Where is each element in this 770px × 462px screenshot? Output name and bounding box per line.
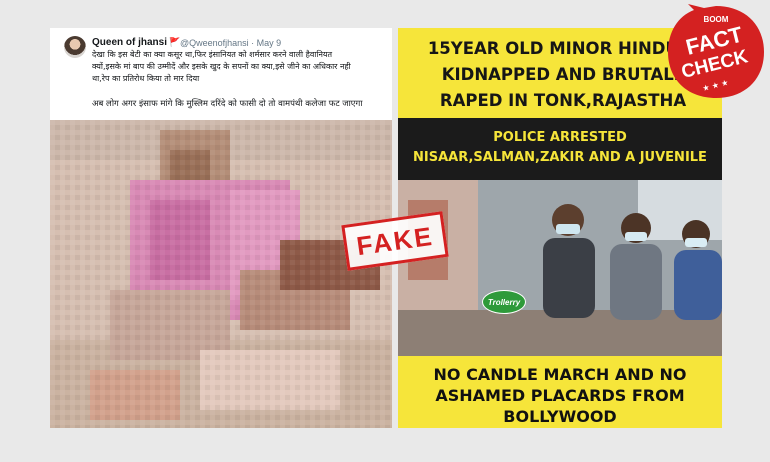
fake-stamp-label: FAKE bbox=[354, 220, 436, 261]
avatar bbox=[64, 36, 86, 58]
bottom-line: BOLLYWOOD bbox=[503, 407, 617, 426]
arrest-photo bbox=[398, 180, 722, 356]
tweet-text: देखा कि इस बेटी का क्या कसूर था,फिर इंसा… bbox=[92, 49, 382, 85]
band-line: POLICE ARRESTED bbox=[493, 130, 627, 145]
police-band: POLICE ARRESTED NISAAR,SALMAN,ZAKIR AND … bbox=[398, 118, 722, 180]
blurred-photo bbox=[50, 120, 392, 428]
suspects-photo bbox=[398, 180, 722, 356]
tweet-line: क्यों,इसके मां बाप की उम्मीदें और इसके ख… bbox=[92, 62, 351, 71]
bottom-line: NO CANDLE MARCH AND NO bbox=[433, 365, 687, 384]
tweet-header: Queen of jhansi 🚩 @Qweenofjhansi · May 9 … bbox=[50, 28, 392, 120]
tweet-line: देखा कि इस बेटी का क्या कसूर था,फिर इंसा… bbox=[92, 50, 333, 59]
tweet-handle: @Qweenofjhansi · May 9 bbox=[180, 38, 282, 48]
tweet-second-text: अब लोग अगर इंसाफ मांगे कि मुस्लिम दरिंदे… bbox=[92, 99, 363, 109]
meme-bottom-text: NO CANDLE MARCH AND NO ASHAMED PLACARDS … bbox=[398, 364, 722, 427]
fact-check-badge: BOOM FACT CHECK ★ ★ ★ bbox=[668, 4, 764, 98]
trollerry-watermark: Trollerry bbox=[482, 290, 526, 314]
tweet-user: Queen of jhansi 🚩 bbox=[92, 37, 180, 48]
flag-icon: 🚩 bbox=[169, 37, 181, 47]
bottom-line: ASHAMED PLACARDS FROM bbox=[435, 386, 685, 405]
band-line: NISAAR,SALMAN,ZAKIR AND A JUVENILE bbox=[413, 150, 707, 165]
pixelated-image bbox=[50, 120, 392, 428]
tweet-line: था,रेप का प्रतिरोध किया तो मार दिया bbox=[92, 74, 200, 83]
badge-brand: BOOM bbox=[704, 15, 729, 24]
user-name: Queen of jhansi bbox=[92, 37, 168, 48]
